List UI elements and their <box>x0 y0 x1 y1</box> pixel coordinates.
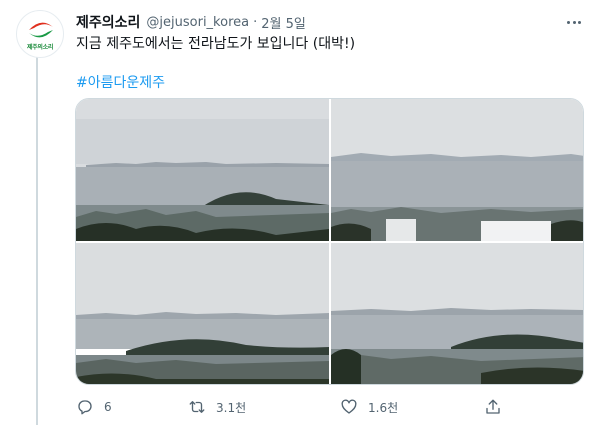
reply-button[interactable]: 6 <box>76 396 112 418</box>
tweet-header: 제주의소리 @jejusori_korea · 2월 5일 <box>76 12 586 32</box>
display-name[interactable]: 제주의소리 <box>76 12 140 32</box>
photo-4[interactable] <box>331 243 583 384</box>
retweet-icon <box>189 401 205 413</box>
separator-dot: · <box>253 14 258 30</box>
avatar[interactable]: 제주의소리 <box>16 10 64 58</box>
share-button[interactable] <box>484 396 502 418</box>
media-grid <box>75 98 584 385</box>
like-count: 1.6천 <box>368 400 399 415</box>
reply-count: 6 <box>104 400 112 414</box>
retweet-count: 3.1천 <box>216 400 247 415</box>
heart-icon <box>341 399 357 414</box>
tweet-time[interactable]: 2월 5일 <box>261 13 306 32</box>
avatar-logo-text: 제주의소리 <box>26 44 54 51</box>
reply-icon <box>78 400 92 415</box>
photo-1[interactable] <box>76 99 329 241</box>
hashtag-link[interactable]: #아름다운제주 <box>76 72 165 92</box>
photo-3[interactable] <box>76 243 329 384</box>
tweet-text: 지금 제주도에서는 전라남도가 보입니다 (대박!) <box>76 36 356 52</box>
action-bar: 6 3.1천 1.6천 <box>76 396 506 418</box>
retweet-button[interactable]: 3.1천 <box>188 396 246 418</box>
logo-swirl-icon <box>29 22 53 38</box>
more-icon[interactable] <box>562 12 586 32</box>
photo-2[interactable] <box>331 99 583 241</box>
share-icon <box>486 399 500 414</box>
like-button[interactable]: 1.6천 <box>340 396 398 418</box>
thread-line <box>36 56 38 425</box>
user-handle[interactable]: @jejusori_korea <box>146 15 249 30</box>
